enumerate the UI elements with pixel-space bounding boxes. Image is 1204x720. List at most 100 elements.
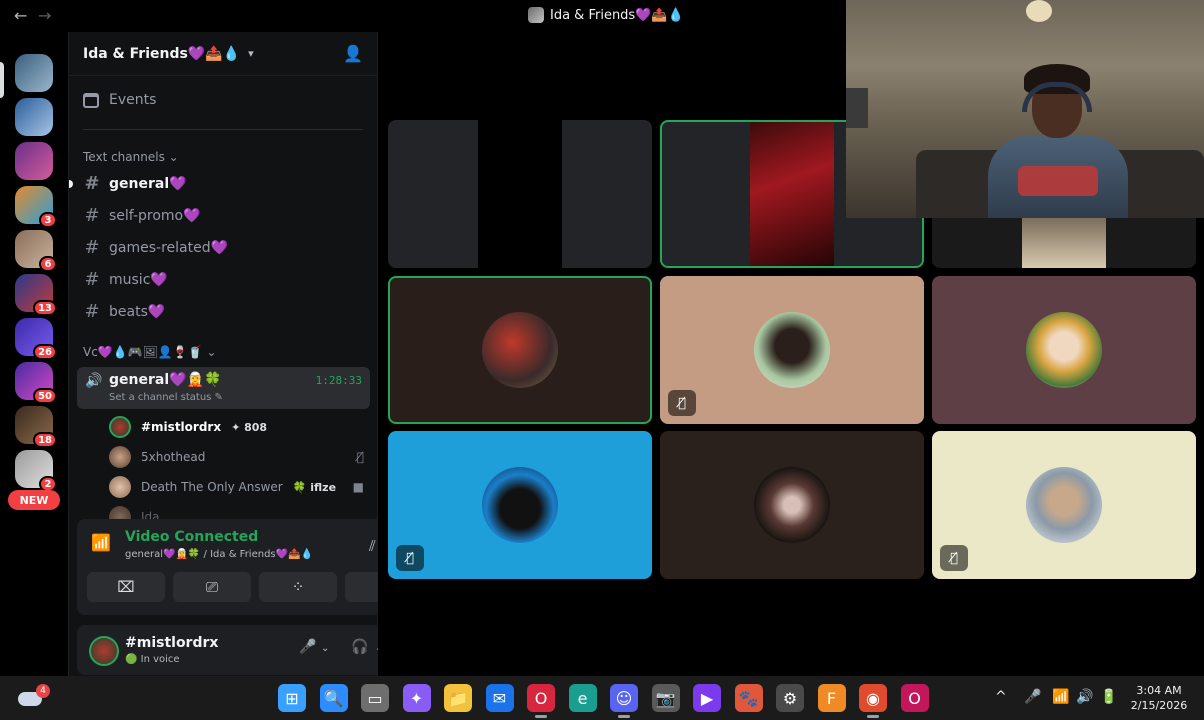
channel-games-related[interactable]: # games-related💜 <box>83 237 228 258</box>
chrome-button[interactable]: ◉ <box>859 684 887 718</box>
channel-status[interactable]: Set a channel status ✎ <box>109 392 223 403</box>
notification-badge: 26 <box>33 344 57 360</box>
noise-suppression-icon[interactable]: ⫽ <box>369 537 376 555</box>
server-icon-3[interactable] <box>15 142 53 180</box>
avatar <box>482 467 558 543</box>
server-icon-9[interactable]: 18 <box>15 406 57 448</box>
camera-toggle-button[interactable]: ⌧ <box>87 572 165 602</box>
channel-sidebar: Ida & Friends💜📤💧 ▾ 👤 Events Text channel… <box>68 32 439 676</box>
start-button[interactable]: ⊞ <box>278 684 306 712</box>
video-tile[interactable] <box>388 276 652 424</box>
avatar[interactable] <box>89 636 119 666</box>
clock-date: 2/15/2026 <box>1130 699 1188 712</box>
app-button[interactable]: 🐾 <box>734 684 763 712</box>
voice-status-subtitle[interactable]: general💜🧝🍀 / Ida & Friends💜📤💧 <box>125 549 313 560</box>
video-tile[interactable] <box>388 120 652 268</box>
search-button[interactable]: 🔍 <box>319 684 348 712</box>
wifi-icon[interactable]: 📶 <box>1052 689 1069 705</box>
video-tile[interactable]: 🎙̸ <box>660 276 924 424</box>
channel-label: games-related💜 <box>109 239 229 256</box>
voice-user[interactable]: 5xhothead 🎙̸ <box>109 446 364 468</box>
avatar <box>1026 467 1102 543</box>
voice-user[interactable]: Death The Only Answer 🍀 iflze ■ <box>109 476 364 498</box>
activities-button[interactable]: ⁘ <box>259 572 337 602</box>
server-icon-10[interactable]: 2 <box>15 450 57 492</box>
hash-icon: # <box>84 301 100 322</box>
user-tag: ✦ 808 <box>231 420 268 434</box>
task-view-button[interactable]: ▭ <box>361 684 389 712</box>
avatar <box>109 476 131 498</box>
avatar <box>482 312 558 388</box>
screen-share-button[interactable]: ⎚ <box>173 572 251 602</box>
headphones-icon[interactable]: 🎧 <box>351 639 368 655</box>
avatar <box>109 446 131 468</box>
clipchamp-button[interactable]: ▶ <box>693 684 721 712</box>
fl-studio-button[interactable]: F <box>817 684 846 712</box>
server-icon-2[interactable] <box>15 98 53 136</box>
opera-gx-button[interactable]: O <box>900 684 929 712</box>
battery-icon[interactable]: 🔋 <box>1100 689 1117 705</box>
camera-button[interactable]: 📷 <box>651 684 680 712</box>
video-tile[interactable] <box>932 276 1196 424</box>
server-rail: 3 6 13 26 50 18 2 <box>0 32 68 676</box>
server-icon-4[interactable]: 3 <box>15 186 57 228</box>
voice-channel-name: general💜🧝🍀 <box>109 372 222 388</box>
video-tile[interactable]: 🎙̸ <box>932 431 1196 579</box>
weather-badge: 4 <box>36 684 50 698</box>
channel-music[interactable]: # music💜 <box>83 269 168 290</box>
file-explorer-button[interactable]: 📁 <box>444 684 472 712</box>
edge-button[interactable]: e <box>568 684 597 712</box>
server-icon-1[interactable] <box>15 54 53 92</box>
category-voice[interactable]: Vc💜💧🎮🖼👤🍷🥤 ⌄ <box>83 345 217 359</box>
opera-button[interactable]: O <box>527 684 555 718</box>
forward-arrow-icon[interactable]: → <box>38 6 51 25</box>
server-icon-7[interactable]: 26 <box>15 318 57 360</box>
chevron-down-icon[interactable]: ⌄ <box>321 643 329 654</box>
server-icon-8[interactable]: 50 <box>15 362 57 404</box>
channel-general[interactable]: # general💜 <box>69 173 187 194</box>
screen-share-icon: ⎚ <box>205 578 218 596</box>
settings-button[interactable]: ⚙ <box>776 684 804 712</box>
volume-icon[interactable]: 🔊 <box>1076 689 1093 705</box>
hash-icon: # <box>84 205 100 226</box>
chevron-up-icon[interactable]: ^ <box>995 689 1007 705</box>
events-item[interactable]: Events <box>83 92 156 108</box>
microphone-icon[interactable]: 🎤 <box>1024 689 1041 705</box>
channel-self-promo[interactable]: # self-promo💜 <box>83 205 201 226</box>
clock[interactable]: 3:04 AM 2/15/2026 <box>1128 683 1190 713</box>
video-feed <box>750 122 834 266</box>
hash-icon: # <box>84 269 100 290</box>
clock-time: 3:04 AM <box>1136 684 1182 697</box>
notification-badge: 50 <box>33 388 57 404</box>
channel-label: self-promo💜 <box>109 207 201 224</box>
new-badge[interactable]: NEW <box>8 490 60 510</box>
voice-channel-general[interactable]: 🔊 general💜🧝🍀 1:28:33 Set a channel statu… <box>77 367 370 409</box>
chevron-down-icon: ▾ <box>248 47 254 60</box>
server-name: Ida & Friends💜📤💧 <box>83 45 241 62</box>
username[interactable]: #mistlordrx <box>125 635 218 651</box>
server-icon-6[interactable]: 13 <box>15 274 57 316</box>
weather-widget[interactable]: 4 <box>18 684 50 710</box>
events-label: Events <box>109 92 157 108</box>
add-user-icon[interactable]: 👤 <box>343 44 363 63</box>
category-text-channels[interactable]: Text channels ⌄ <box>83 150 179 164</box>
camera-icon: ■ <box>352 480 364 494</box>
channel-label: music💜 <box>109 271 168 288</box>
copilot-button[interactable]: ✦ <box>402 684 431 712</box>
back-arrow-icon[interactable]: ← <box>14 6 27 25</box>
voice-user[interactable]: #mistlordrx ✦ 808 <box>109 416 364 438</box>
server-header[interactable]: Ida & Friends💜📤💧 ▾ 👤 <box>69 32 377 76</box>
video-tile[interactable]: 🎙̸ <box>388 431 652 579</box>
ceiling-light <box>1026 0 1052 22</box>
call-timer: 1:28:33 <box>315 374 362 387</box>
outlook-button[interactable]: ✉ <box>485 684 514 712</box>
category-label: Text channels <box>83 150 165 164</box>
hash-icon: # <box>84 237 100 258</box>
discord-button[interactable]: ☺ <box>610 684 638 718</box>
voice-status-title[interactable]: Video Connected <box>125 529 258 545</box>
microphone-icon[interactable]: 🎤 <box>299 639 316 655</box>
video-tile[interactable] <box>660 431 924 579</box>
channel-beats[interactable]: # beats💜 <box>83 301 165 322</box>
server-icon-5[interactable]: 6 <box>15 230 57 272</box>
webcam-overlay[interactable] <box>846 0 1204 218</box>
